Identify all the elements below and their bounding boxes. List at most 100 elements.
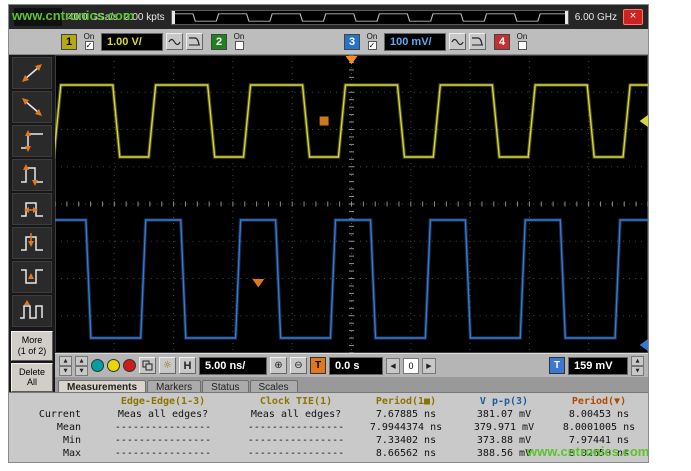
main-row: More (1 of 2) Delete All ▲ ▼ ▲ ▼ xyxy=(9,55,648,392)
red-circle-button[interactable] xyxy=(123,359,136,372)
trigger-sidebar: More (1 of 2) Delete All xyxy=(9,55,55,392)
timebase-preview[interactable] xyxy=(171,10,569,25)
measurement-value: ---------------- xyxy=(89,447,237,460)
more-button[interactable]: More (1 of 2) xyxy=(11,331,53,361)
teal-circle-button[interactable] xyxy=(91,359,104,372)
yellow-circle-button[interactable] xyxy=(107,359,120,372)
bandwidth-limit-icon[interactable] xyxy=(186,33,203,50)
channel-4-checkbox[interactable] xyxy=(518,41,527,50)
measurement-value: 8.0001005 ns xyxy=(551,421,647,434)
measurement-column-header: Clock TIE(1) xyxy=(237,395,355,408)
pattern-trigger-button[interactable] xyxy=(12,295,52,327)
oscilloscope-window: 40.0 GSa/s 2.00 kpts 6.00 GHz × 1 On ✓ 1… xyxy=(8,4,649,463)
waveform-svg xyxy=(55,55,648,353)
channel-2-button[interactable]: 2 xyxy=(211,34,227,50)
channel-4-controls: 4 On xyxy=(494,33,531,50)
more-button-sublabel: (1 of 2) xyxy=(12,346,52,357)
preview-right-handle[interactable] xyxy=(565,11,568,24)
watermark-bottom-right: www.cntronics.com xyxy=(527,444,649,459)
timeout-trigger-button[interactable] xyxy=(12,227,52,259)
delete-button-sublabel: All xyxy=(12,377,52,388)
channel-1-level-marker[interactable] xyxy=(640,115,648,127)
measurement-value: ---------------- xyxy=(89,434,237,447)
spin-down-icon[interactable]: ▼ xyxy=(631,366,644,376)
measurement-row: Mean--------------------------------7.99… xyxy=(9,421,648,434)
measurement-corner-cell xyxy=(9,395,89,408)
display-mode-button[interactable] xyxy=(139,357,156,374)
spin-down-icon[interactable]: ▼ xyxy=(59,366,72,376)
position-decrement-button[interactable]: ◀ xyxy=(386,358,400,374)
measurement-value: 379.971 mV xyxy=(457,421,551,434)
channel-3-scale-display[interactable]: 100 mV/ xyxy=(384,33,446,51)
measurement-value: 7.9944374 ns xyxy=(355,421,457,434)
waveform-display[interactable] xyxy=(55,55,648,353)
channel-3-level-marker[interactable] xyxy=(640,339,648,351)
ac-coupling-icon[interactable] xyxy=(166,33,183,50)
delete-all-button[interactable]: Delete All xyxy=(11,363,53,393)
horizontal-reference-button[interactable]: T xyxy=(310,357,326,374)
preview-svg xyxy=(172,11,568,24)
channel-1-on-toggle[interactable]: On ✓ xyxy=(80,33,98,50)
measurement-marker-triangle[interactable] xyxy=(252,279,264,287)
channel-1-checkbox[interactable]: ✓ xyxy=(85,41,94,50)
position-step-display[interactable]: 0 xyxy=(403,358,419,374)
horizontal-menu-button[interactable]: H xyxy=(179,357,196,374)
edge-rising-button[interactable] xyxy=(12,57,52,89)
pulse-width-icon xyxy=(18,197,46,221)
spin-up-icon[interactable]: ▲ xyxy=(59,356,72,366)
trigger-time-marker[interactable] xyxy=(346,56,358,64)
edge-falling-icon xyxy=(18,95,46,119)
channel-3-checkbox[interactable]: ✓ xyxy=(368,41,377,50)
position-increment-button[interactable]: ▶ xyxy=(422,358,436,374)
channel-1-controls: 1 On ✓ 1.00 V/ xyxy=(61,33,203,51)
bandwidth-limit-icon[interactable] xyxy=(469,33,486,50)
spin-up-icon[interactable]: ▲ xyxy=(631,356,644,366)
horizontal-position-display[interactable]: 0.0 s xyxy=(329,357,383,375)
glitch-trigger-button[interactable] xyxy=(12,159,52,191)
channel-3-button[interactable]: 3 xyxy=(344,34,360,50)
channel-4-on-toggle[interactable]: On xyxy=(513,33,531,50)
trigger-source-button[interactable]: T xyxy=(549,357,565,374)
measurement-value: ---------------- xyxy=(237,434,355,447)
brightness-button[interactable]: ☼ xyxy=(159,357,176,374)
toolbar-spinner-a[interactable]: ▲ ▼ xyxy=(59,356,72,375)
pulse-low-button[interactable] xyxy=(12,261,52,293)
edge-falling-button[interactable] xyxy=(12,91,52,123)
preview-left-handle[interactable] xyxy=(172,11,175,24)
pulse-width-button[interactable] xyxy=(12,193,52,225)
trigger-level-display[interactable]: 159 mV xyxy=(568,357,628,375)
measurement-column-header: Period(▼) xyxy=(551,395,647,408)
measurement-value: ---------------- xyxy=(89,421,237,434)
channel-2-checkbox[interactable] xyxy=(235,41,244,50)
ac-coupling-icon[interactable] xyxy=(449,33,466,50)
edge-rising-icon xyxy=(18,61,46,85)
measurement-value: ---------------- xyxy=(237,421,355,434)
measurement-value: 381.07 mV xyxy=(457,408,551,421)
channel-1-scale-display[interactable]: 1.00 V/ xyxy=(101,33,163,51)
measurement-marker-square[interactable] xyxy=(320,117,329,126)
channel-3-controls: 3 On ✓ 100 mV/ xyxy=(344,33,486,51)
pattern-trigger-icon xyxy=(18,299,46,323)
close-button[interactable]: × xyxy=(623,9,643,25)
zoom-in-button[interactable]: ⊕ xyxy=(270,357,287,374)
trigger-level-spinner[interactable]: ▲ ▼ xyxy=(631,356,644,375)
display-column: ▲ ▼ ▲ ▼ ☼ H 5.00 ns/ xyxy=(55,55,648,392)
channel-3-on-label: On xyxy=(367,33,378,41)
spin-down-icon[interactable]: ▼ xyxy=(75,366,88,376)
channel-2-controls: 2 On xyxy=(211,33,248,50)
measurement-row-label: Current xyxy=(9,408,89,421)
channel-1-button[interactable]: 1 xyxy=(61,34,77,50)
channel-4-on-label: On xyxy=(517,33,528,41)
horizontal-scale-display[interactable]: 5.00 ns/ xyxy=(199,357,267,375)
channel-2-on-toggle[interactable]: On xyxy=(230,33,248,50)
toolbar-spinner-b[interactable]: ▲ ▼ xyxy=(75,356,88,375)
channel-3-on-toggle[interactable]: On ✓ xyxy=(363,33,381,50)
spin-up-icon[interactable]: ▲ xyxy=(75,356,88,366)
channel-1-on-label: On xyxy=(84,33,95,41)
zoom-out-button[interactable]: ⊖ xyxy=(290,357,307,374)
measurement-value: 8.00453 ns xyxy=(551,408,647,421)
channel-4-button[interactable]: 4 xyxy=(494,34,510,50)
edge-either-button[interactable] xyxy=(12,125,52,157)
measurement-row-label: Mean xyxy=(9,421,89,434)
measurement-row-label: Max xyxy=(9,447,89,460)
